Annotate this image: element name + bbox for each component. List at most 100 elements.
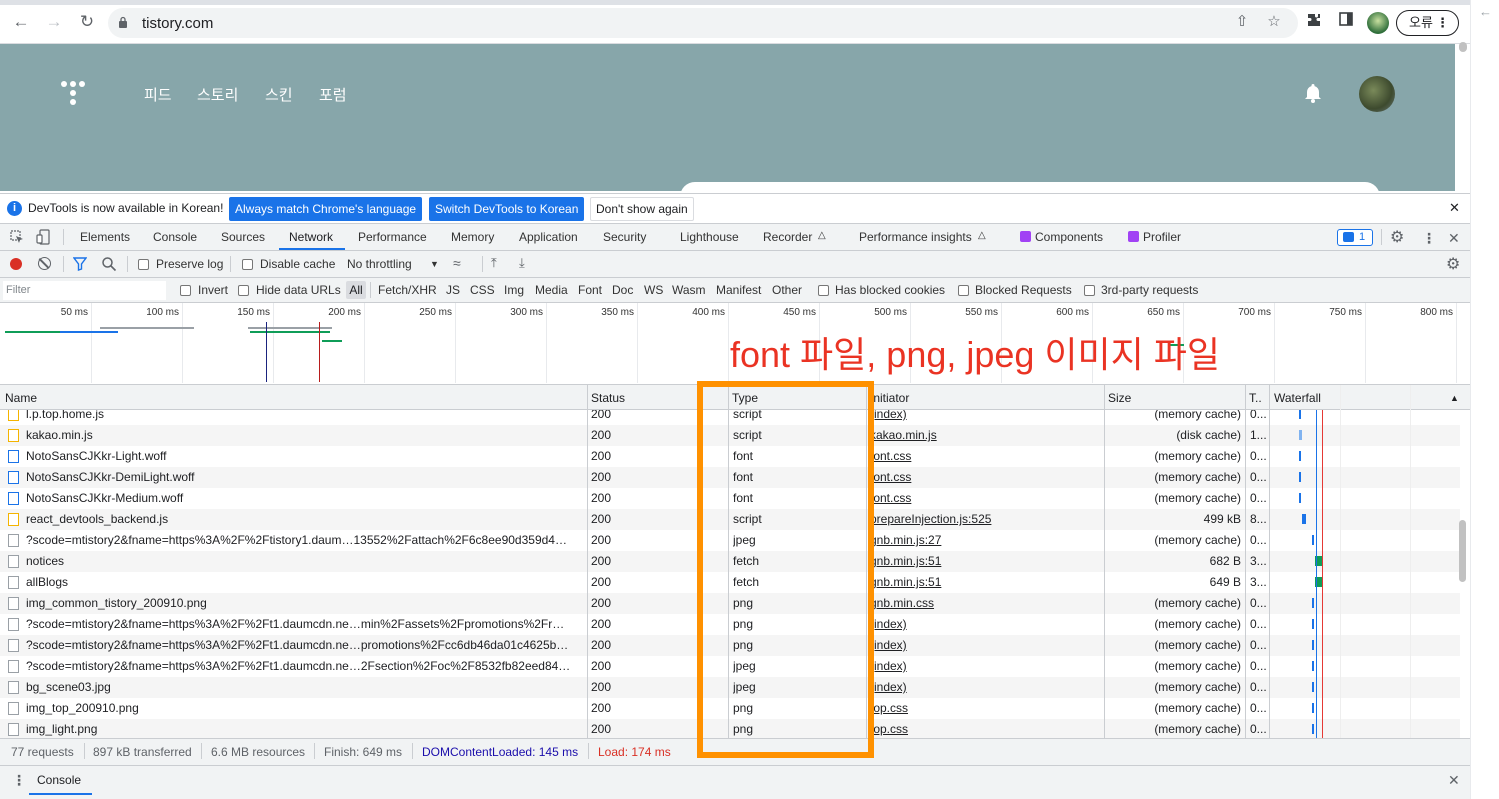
nav-forum[interactable]: 포럼	[319, 84, 347, 105]
inspect-element-icon[interactable]	[10, 230, 24, 244]
filter-input[interactable]: Filter	[3, 281, 166, 300]
side-panel-icon[interactable]	[1336, 12, 1356, 32]
tab-security[interactable]: Security	[603, 230, 646, 244]
request-initiator[interactable]: top.css	[870, 722, 1100, 736]
request-initiator[interactable]: gnb.min.js:51	[870, 554, 1100, 568]
tab-performance[interactable]: Performance	[358, 230, 427, 244]
request-initiator[interactable]: (index)	[870, 410, 1100, 421]
share-icon[interactable]: ⇧	[1232, 12, 1252, 32]
clear-icon[interactable]	[38, 257, 51, 270]
tab-profiler[interactable]: Profiler	[1143, 230, 1181, 244]
user-avatar[interactable]	[1359, 76, 1395, 112]
request-initiator[interactable]: gnb.min.js:51	[870, 575, 1100, 589]
invert-checkbox[interactable]	[180, 285, 191, 296]
tab-network[interactable]: Network	[289, 230, 333, 244]
filter-type-js[interactable]: JS	[446, 283, 460, 297]
request-initiator[interactable]: font.css	[870, 470, 1100, 484]
third-party-checkbox[interactable]	[1084, 285, 1095, 296]
lock-icon[interactable]	[118, 16, 128, 29]
bookmark-star-icon[interactable]: ☆	[1264, 12, 1284, 32]
tab-application[interactable]: Application	[519, 230, 578, 244]
download-har-icon[interactable]: ⤓	[519, 255, 525, 271]
nav-story[interactable]: 스토리	[197, 84, 238, 105]
network-settings-gear-icon[interactable]: ⚙	[1446, 254, 1460, 274]
upload-har-icon[interactable]: ⤒	[491, 255, 497, 271]
filter-type-doc[interactable]: Doc	[612, 283, 633, 297]
tab-console[interactable]: Console	[153, 230, 197, 244]
filter-type-other[interactable]: Other	[772, 283, 802, 297]
request-initiator[interactable]: gnb.min.css	[870, 596, 1100, 610]
request-initiator[interactable]: (index)	[870, 680, 1100, 694]
throttling-select[interactable]: No throttling	[347, 257, 412, 271]
request-initiator[interactable]: font.css	[870, 491, 1100, 505]
tab-lighthouse[interactable]: Lighthouse	[680, 230, 739, 244]
tab-elements[interactable]: Elements	[80, 230, 130, 244]
blocked-requests-checkbox[interactable]	[958, 285, 969, 296]
profile-avatar[interactable]	[1367, 12, 1389, 34]
col-name[interactable]: Name	[5, 391, 37, 405]
device-toolbar-icon[interactable]	[36, 229, 50, 245]
settings-gear-icon[interactable]: ⚙	[1390, 227, 1404, 247]
issues-badge[interactable]: 1	[1337, 229, 1373, 246]
col-waterfall[interactable]: Waterfall	[1274, 391, 1321, 405]
filter-type-all[interactable]: All	[346, 281, 366, 299]
sort-up-icon[interactable]: ▲	[1450, 393, 1459, 403]
col-size[interactable]: Size	[1108, 391, 1131, 405]
col-status[interactable]: Status	[591, 391, 625, 405]
tab-performance-insights[interactable]: Performance insights	[859, 230, 972, 244]
filter-type-css[interactable]: CSS	[470, 283, 495, 297]
nav-skin[interactable]: 스킨	[265, 84, 293, 105]
switch-korean-button[interactable]: Switch DevTools to Korean	[429, 197, 585, 221]
reload-icon[interactable]: ↻	[75, 10, 99, 34]
back-arrow-icon[interactable]: ←	[1479, 4, 1492, 19]
url-text[interactable]: tistory.com	[142, 15, 213, 32]
filter-type-font[interactable]: Font	[578, 283, 602, 297]
close-drawer-icon[interactable]: ✕	[1448, 772, 1460, 789]
request-initiator[interactable]: (index)	[870, 617, 1100, 631]
close-icon[interactable]: ✕	[1449, 200, 1460, 216]
filter-type-manifest[interactable]: Manifest	[716, 283, 761, 297]
back-arrow-icon[interactable]: ←	[9, 10, 33, 34]
request-initiator[interactable]: prepareInjection.js:525	[870, 512, 1100, 526]
request-initiator[interactable]: (index)	[870, 659, 1100, 673]
filter-type-fetch[interactable]: Fetch/XHR	[378, 283, 437, 297]
extensions-puzzle-icon[interactable]	[1304, 12, 1324, 32]
tistory-logo-icon[interactable]	[60, 80, 86, 106]
filter-type-wasm[interactable]: Wasm	[672, 283, 706, 297]
record-icon[interactable]	[10, 258, 22, 270]
tab-recorder[interactable]: Recorder	[763, 230, 812, 244]
filter-type-ws[interactable]: WS	[644, 283, 663, 297]
hide-data-urls-checkbox[interactable]	[238, 285, 249, 296]
disable-cache-checkbox[interactable]	[242, 259, 253, 270]
address-bar[interactable]	[108, 8, 1298, 38]
request-initiator[interactable]: gnb.min.js:27	[870, 533, 1100, 547]
close-devtools-icon[interactable]: ✕	[1448, 230, 1460, 247]
search-icon[interactable]	[101, 256, 117, 272]
profile-error-chip[interactable]: 오류 ⋮	[1396, 10, 1459, 36]
more-vert-icon[interactable]: ⋮	[1422, 230, 1436, 247]
filter-type-media[interactable]: Media	[535, 283, 568, 297]
chevron-down-icon[interactable]: ▼	[430, 259, 439, 269]
col-initiator[interactable]: Initiator	[870, 391, 909, 405]
tab-memory[interactable]: Memory	[451, 230, 494, 244]
page-scrollbar[interactable]	[1459, 42, 1467, 52]
request-initiator[interactable]: top.css	[870, 701, 1100, 715]
forward-arrow-icon[interactable]: →	[42, 10, 66, 34]
filter-type-img[interactable]: Img	[504, 283, 524, 297]
nav-feed[interactable]: 피드	[144, 84, 172, 105]
match-language-button[interactable]: Always match Chrome's language	[229, 197, 423, 221]
request-initiator[interactable]: (index)	[870, 638, 1100, 652]
request-initiator[interactable]: font.css	[870, 449, 1100, 463]
drawer-tab-console[interactable]: Console	[37, 773, 81, 787]
table-scrollbar[interactable]	[1459, 520, 1466, 582]
dont-show-again-button[interactable]: Don't show again	[590, 197, 694, 221]
preserve-log-checkbox[interactable]	[138, 259, 149, 270]
tab-components[interactable]: Components	[1035, 230, 1103, 244]
bell-icon[interactable]	[1304, 83, 1322, 103]
filter-funnel-icon[interactable]	[72, 257, 88, 271]
drawer-menu-icon[interactable]: ⋮	[12, 772, 26, 789]
request-initiator[interactable]: kakao.min.js	[870, 428, 1100, 442]
tab-sources[interactable]: Sources	[221, 230, 265, 244]
col-time[interactable]: T..	[1249, 391, 1262, 405]
blocked-cookies-checkbox[interactable]	[818, 285, 829, 296]
